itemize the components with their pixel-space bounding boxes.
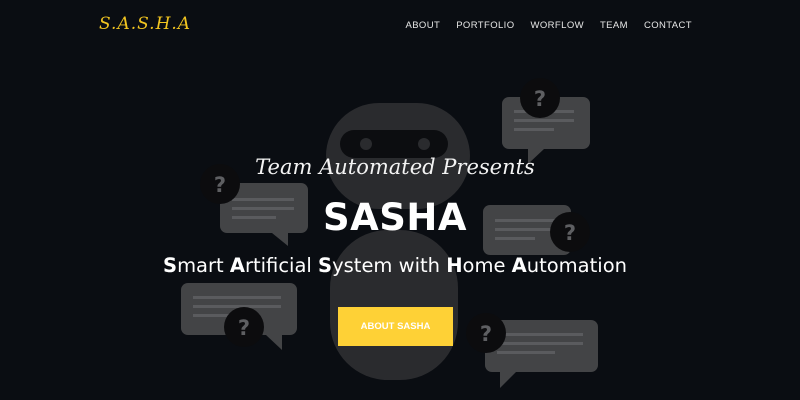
about-sasha-button[interactable]: ABOUT SASHA [338,307,453,346]
tagline-word: ystem with [332,254,447,277]
tagline-initial: H [446,254,463,277]
hero-tagline: Smart Artificial System with Home Automa… [0,254,790,277]
nav-link-contact[interactable]: CONTACT [644,20,692,31]
hero-section: ? ? ? ? ? S.A.S.H.A ABOUT PORTFOLIO WORF… [0,0,800,400]
tagline-word: rtificial [244,254,319,277]
tagline-initial: A [229,254,245,277]
nav-link-portfolio[interactable]: PORTFOLIO [456,20,514,31]
question-mark-icon: ? [480,322,492,346]
tagline-initial: S [163,254,178,277]
nav-menu: ABOUT PORTFOLIO WORFLOW TEAM CONTACT [405,20,692,31]
tagline-initial: A [511,254,527,277]
tagline-word: utomation [526,254,627,277]
nav-link-about[interactable]: ABOUT [405,20,440,31]
tagline-word: mart [177,254,230,277]
hero-title: SASHA [322,196,468,239]
tagline-initial: S [318,254,333,277]
brand-logo[interactable]: S.A.S.H.A [99,14,191,34]
tagline-word: ome [462,254,512,277]
nav-link-workflow[interactable]: WORFLOW [531,20,584,31]
question-mark-icon: ? [534,87,546,111]
hero-intro-text: Team Automated Presents [255,155,535,179]
question-mark-icon: ? [238,316,250,340]
top-navbar: S.A.S.H.A ABOUT PORTFOLIO WORFLOW TEAM C… [0,0,800,54]
nav-link-team[interactable]: TEAM [600,20,628,31]
